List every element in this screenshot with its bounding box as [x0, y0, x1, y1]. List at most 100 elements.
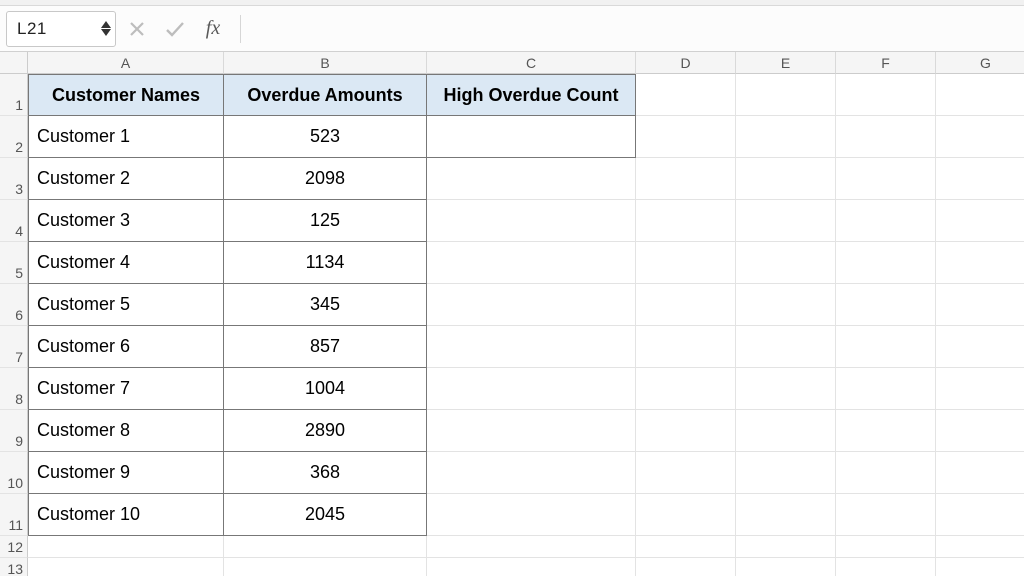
cell-g12[interactable]: [936, 536, 1024, 558]
cell-c10[interactable]: [427, 452, 636, 494]
cell-b2[interactable]: 523: [224, 116, 427, 158]
cell-d11[interactable]: [636, 494, 736, 536]
cell-e11[interactable]: [736, 494, 836, 536]
cell-f4[interactable]: [836, 200, 936, 242]
cell-c1[interactable]: High Overdue Count: [427, 74, 636, 116]
cell-g2[interactable]: [936, 116, 1024, 158]
cell-e2[interactable]: [736, 116, 836, 158]
cell-d6[interactable]: [636, 284, 736, 326]
col-header-a[interactable]: A: [28, 52, 224, 74]
row-header-11[interactable]: 11: [0, 494, 28, 536]
cell-g8[interactable]: [936, 368, 1024, 410]
name-box-stepper[interactable]: [97, 21, 115, 36]
cell-a8[interactable]: Customer 7: [28, 368, 224, 410]
cell-b4[interactable]: 125: [224, 200, 427, 242]
cell-b1[interactable]: Overdue Amounts: [224, 74, 427, 116]
cell-c3[interactable]: [427, 158, 636, 200]
cell-e9[interactable]: [736, 410, 836, 452]
cell-a7[interactable]: Customer 6: [28, 326, 224, 368]
cell-g4[interactable]: [936, 200, 1024, 242]
row-header-7[interactable]: 7: [0, 326, 28, 368]
cell-b7[interactable]: 857: [224, 326, 427, 368]
col-header-g[interactable]: G: [936, 52, 1024, 74]
row-header-5[interactable]: 5: [0, 242, 28, 284]
cell-c4[interactable]: [427, 200, 636, 242]
cell-e4[interactable]: [736, 200, 836, 242]
cell-f8[interactable]: [836, 368, 936, 410]
cell-f13[interactable]: [836, 558, 936, 576]
cell-b3[interactable]: 2098: [224, 158, 427, 200]
row-header-6[interactable]: 6: [0, 284, 28, 326]
cell-d10[interactable]: [636, 452, 736, 494]
cell-e5[interactable]: [736, 242, 836, 284]
cell-c13[interactable]: [427, 558, 636, 576]
cell-d13[interactable]: [636, 558, 736, 576]
cell-f5[interactable]: [836, 242, 936, 284]
col-header-c[interactable]: C: [427, 52, 636, 74]
cell-a10[interactable]: Customer 9: [28, 452, 224, 494]
cell-f2[interactable]: [836, 116, 936, 158]
cell-c7[interactable]: [427, 326, 636, 368]
row-header-12[interactable]: 12: [0, 536, 28, 558]
cell-c11[interactable]: [427, 494, 636, 536]
row-header-2[interactable]: 2: [0, 116, 28, 158]
cell-f7[interactable]: [836, 326, 936, 368]
cell-f6[interactable]: [836, 284, 936, 326]
cell-f3[interactable]: [836, 158, 936, 200]
cancel-formula-button[interactable]: [120, 11, 154, 47]
cell-g11[interactable]: [936, 494, 1024, 536]
name-box[interactable]: [7, 19, 97, 39]
cell-b12[interactable]: [224, 536, 427, 558]
row-header-10[interactable]: 10: [0, 452, 28, 494]
cell-e13[interactable]: [736, 558, 836, 576]
cell-d2[interactable]: [636, 116, 736, 158]
cell-b9[interactable]: 2890: [224, 410, 427, 452]
cell-a1[interactable]: Customer Names: [28, 74, 224, 116]
cell-a13[interactable]: [28, 558, 224, 576]
cell-d9[interactable]: [636, 410, 736, 452]
cell-a9[interactable]: Customer 8: [28, 410, 224, 452]
cell-a5[interactable]: Customer 4: [28, 242, 224, 284]
row-header-9[interactable]: 9: [0, 410, 28, 452]
cell-b13[interactable]: [224, 558, 427, 576]
cell-g9[interactable]: [936, 410, 1024, 452]
cell-a12[interactable]: [28, 536, 224, 558]
cell-f10[interactable]: [836, 452, 936, 494]
cell-g5[interactable]: [936, 242, 1024, 284]
select-all-corner[interactable]: [0, 52, 28, 74]
row-header-1[interactable]: 1: [0, 74, 28, 116]
cell-d12[interactable]: [636, 536, 736, 558]
cell-d7[interactable]: [636, 326, 736, 368]
cell-b5[interactable]: 1134: [224, 242, 427, 284]
cell-d8[interactable]: [636, 368, 736, 410]
cell-c9[interactable]: [427, 410, 636, 452]
cell-g10[interactable]: [936, 452, 1024, 494]
cell-g1[interactable]: [936, 74, 1024, 116]
cell-e6[interactable]: [736, 284, 836, 326]
cell-e1[interactable]: [736, 74, 836, 116]
row-header-13[interactable]: 13: [0, 558, 28, 576]
cell-d5[interactable]: [636, 242, 736, 284]
cell-f1[interactable]: [836, 74, 936, 116]
cell-a3[interactable]: Customer 2: [28, 158, 224, 200]
cell-c5[interactable]: [427, 242, 636, 284]
cell-c8[interactable]: [427, 368, 636, 410]
cell-g6[interactable]: [936, 284, 1024, 326]
cell-e8[interactable]: [736, 368, 836, 410]
cell-e12[interactable]: [736, 536, 836, 558]
cell-e7[interactable]: [736, 326, 836, 368]
cell-b11[interactable]: 2045: [224, 494, 427, 536]
cell-a2[interactable]: Customer 1: [28, 116, 224, 158]
cell-g7[interactable]: [936, 326, 1024, 368]
cell-b6[interactable]: 345: [224, 284, 427, 326]
row-header-4[interactable]: 4: [0, 200, 28, 242]
cell-a4[interactable]: Customer 3: [28, 200, 224, 242]
cell-e3[interactable]: [736, 158, 836, 200]
cell-b10[interactable]: 368: [224, 452, 427, 494]
confirm-formula-button[interactable]: [158, 11, 192, 47]
col-header-f[interactable]: F: [836, 52, 936, 74]
fx-label[interactable]: fx: [196, 11, 230, 47]
cell-f9[interactable]: [836, 410, 936, 452]
cell-a6[interactable]: Customer 5: [28, 284, 224, 326]
cell-b8[interactable]: 1004: [224, 368, 427, 410]
